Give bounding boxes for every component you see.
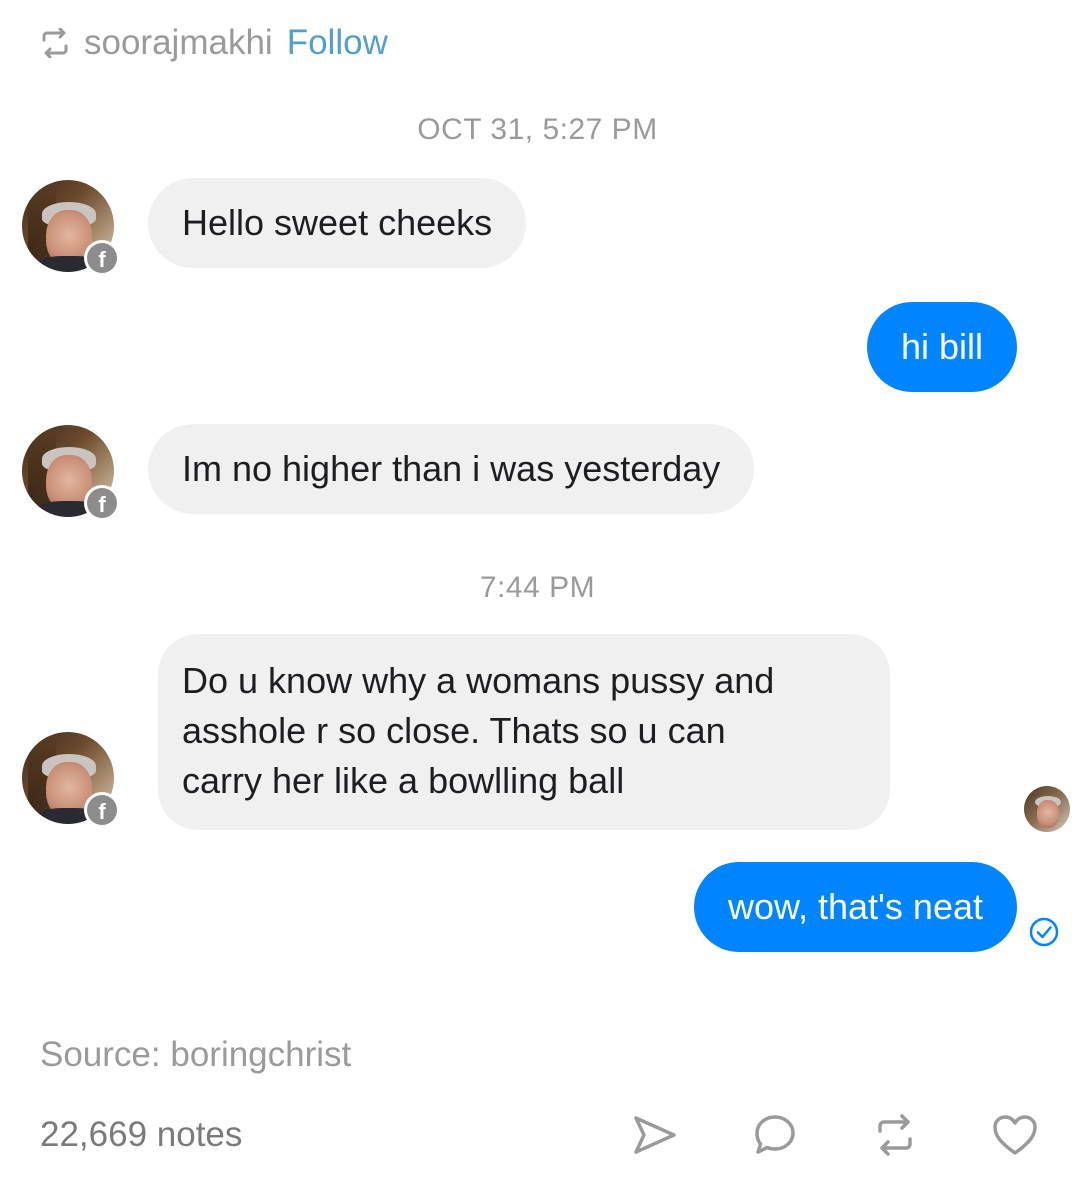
message-text: Im no higher than i was yesterday <box>182 448 721 489</box>
avatar[interactable]: f <box>22 732 120 828</box>
message-text: wow, that's neat <box>727 886 983 927</box>
post-footer: 22,669 notes <box>40 1110 1040 1160</box>
reblog-button[interactable] <box>870 1110 920 1160</box>
message-text-line: asshole r so close. Thats so u can <box>182 710 726 751</box>
source-link[interactable]: boringchrist <box>170 1035 351 1074</box>
message-bubble-outgoing[interactable]: wow, that's neat <box>693 862 1017 952</box>
heart-icon <box>993 1115 1037 1155</box>
chat-timestamp: OCT 31, 5:27 PM <box>417 113 658 146</box>
follow-button[interactable]: Follow <box>287 23 388 63</box>
seen-avatar <box>1024 786 1070 832</box>
message-text: Hello sweet cheeks <box>182 202 493 243</box>
message-bubble-incoming[interactable]: Do u know why a womans pussy and asshole… <box>158 634 890 830</box>
send-icon <box>634 1116 676 1154</box>
facebook-badge-icon: f <box>84 792 120 828</box>
reply-button[interactable] <box>750 1110 800 1160</box>
source-label: Source: <box>40 1035 161 1074</box>
message-text-line: Do u know why a womans pussy and <box>182 660 775 701</box>
source-attribution: Source: boringchrist <box>40 1032 351 1078</box>
chat-timestamp: 7:44 PM <box>479 571 596 604</box>
post-actions <box>560 1110 1040 1160</box>
like-button[interactable] <box>990 1110 1040 1160</box>
message-bubble-outgoing[interactable]: hi bill <box>866 302 1017 392</box>
message-bubble-incoming[interactable]: Hello sweet cheeks <box>148 178 527 268</box>
check-circle-icon <box>1029 917 1059 947</box>
reblog-icon <box>36 24 74 62</box>
avatar[interactable]: f <box>22 425 120 521</box>
share-button[interactable] <box>630 1110 680 1160</box>
message-text: hi bill <box>900 326 983 367</box>
notes-count[interactable]: 22,669 notes <box>40 1115 242 1155</box>
reblog-icon <box>878 1114 912 1156</box>
speech-bubble-icon <box>755 1115 795 1154</box>
avatar[interactable]: f <box>22 180 120 276</box>
facebook-badge-icon: f <box>84 240 120 276</box>
reblog-header: soorajmakhi Follow <box>36 18 388 68</box>
message-bubble-incoming[interactable]: Im no higher than i was yesterday <box>148 424 755 514</box>
message-text-line: carry her like a bowlling ball <box>182 760 625 801</box>
facebook-badge-icon: f <box>84 485 120 521</box>
reblog-username[interactable]: soorajmakhi <box>84 23 273 63</box>
